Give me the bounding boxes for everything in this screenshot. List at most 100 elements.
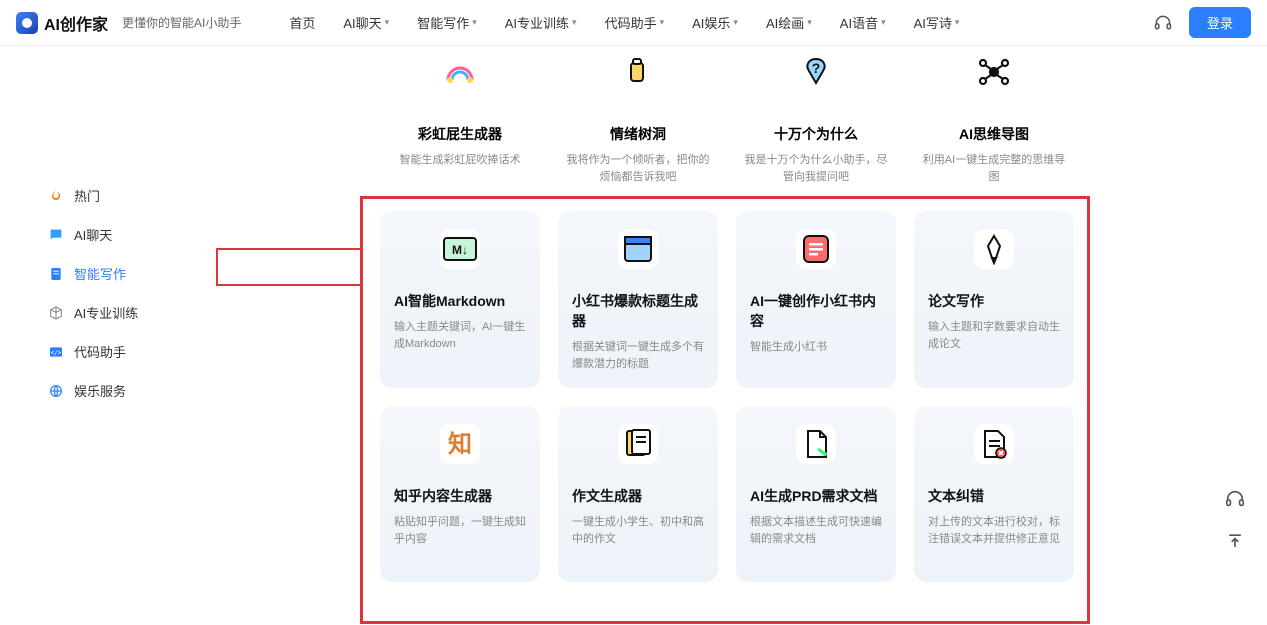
- chevron-down-icon: ▾: [807, 17, 812, 28]
- doc-icon: [48, 266, 64, 282]
- tool-card-why[interactable]: ? 十万个为什么 我是十万个为什么小助手，尽管向我提问吧: [736, 50, 896, 185]
- chevron-down-icon: ▾: [881, 17, 886, 28]
- nav-writing[interactable]: 智能写作▾: [417, 13, 477, 32]
- card-desc: 智能生成彩虹屁吹捧话术: [400, 152, 521, 169]
- sidebar-item-hot[interactable]: 热门: [0, 176, 220, 215]
- tool-card-mindmap[interactable]: AI思维导图 利用AI一键生成完整的思维导图: [914, 50, 1074, 185]
- prd-icon: [796, 424, 836, 464]
- card-desc: 输入主题和字数要求自动生成论文: [928, 319, 1060, 352]
- card-title: AI一键创作小红书内容: [750, 291, 882, 331]
- chevron-down-icon: ▾: [660, 17, 665, 28]
- card-title: 彩虹屁生成器: [418, 124, 502, 144]
- card-title: 文本纠错: [928, 486, 984, 506]
- card-desc: 根据关键词一键生成多个有爆款潜力的标题: [572, 339, 704, 372]
- tool-card-emotion[interactable]: 情绪树洞 我将作为一个倾听者，把你的烦恼都告诉我吧: [558, 50, 718, 185]
- sidebar-item-code[interactable]: </> 代码助手: [0, 332, 220, 371]
- nav-code[interactable]: 代码助手▾: [605, 13, 665, 32]
- card-title: 情绪树洞: [610, 124, 666, 144]
- back-to-top-button[interactable]: [1221, 527, 1249, 555]
- brand-subtitle: 更懂你的智能AI小助手: [122, 14, 241, 31]
- sidebar-label: 热门: [74, 186, 100, 205]
- tool-card-thesis[interactable]: 论文写作 输入主题和字数要求自动生成论文: [914, 211, 1074, 388]
- sidebar-item-chat[interactable]: AI聊天: [0, 215, 220, 254]
- sidebar-label: AI专业训练: [74, 303, 138, 322]
- card-title: AI生成PRD需求文档: [750, 486, 878, 506]
- card-title: 论文写作: [928, 291, 984, 311]
- card-desc: 粘贴知乎问题，一键生成知乎内容: [394, 514, 526, 547]
- float-actions: [1221, 485, 1249, 555]
- code-icon: </>: [48, 344, 64, 360]
- tool-card-xhs-content[interactable]: AI一键创作小红书内容 智能生成小红书: [736, 211, 896, 388]
- chevron-down-icon: ▾: [733, 17, 738, 28]
- nav-entertain[interactable]: AI娱乐▾: [692, 13, 738, 32]
- nav-draw[interactable]: AI绘画▾: [766, 13, 812, 32]
- card-title: 小红书爆款标题生成器: [572, 291, 704, 331]
- sidebar-item-writing[interactable]: 智能写作: [0, 254, 220, 293]
- card-desc: 输入主题关键词，AI一键生成Markdown: [394, 319, 526, 352]
- window-icon: [618, 229, 658, 269]
- card-desc: 对上传的文本进行校对，标注错误文本并提供修正意见: [928, 514, 1060, 547]
- nav-training[interactable]: AI专业训练▾: [505, 13, 577, 32]
- mindmap-icon: [972, 50, 1016, 94]
- brand-name: AI创作家: [44, 11, 108, 35]
- svg-text:M↓: M↓: [452, 243, 468, 257]
- card-desc: 我将作为一个倾听者，把你的烦恼都告诉我吧: [566, 152, 710, 185]
- svg-text:</>: </>: [51, 349, 62, 356]
- login-button[interactable]: 登录: [1189, 7, 1251, 38]
- card-title: AI智能Markdown: [394, 291, 505, 311]
- card-title: 知乎内容生成器: [394, 486, 492, 506]
- chat-icon: [48, 227, 64, 243]
- card-desc: 根据文本描述生成可快速编辑的需求文档: [750, 514, 882, 547]
- chevron-down-icon: ▾: [472, 17, 477, 28]
- tool-card-prd[interactable]: AI生成PRD需求文档 根据文本描述生成可快速编辑的需求文档: [736, 406, 896, 582]
- globe-icon: [48, 383, 64, 399]
- support-float-button[interactable]: [1221, 485, 1249, 513]
- nav-home[interactable]: 首页: [289, 13, 315, 32]
- main-content: 彩虹屁生成器 智能生成彩虹屁吹捧话术 情绪树洞 我将作为一个倾听者，把你的烦恼都…: [220, 46, 1267, 625]
- fire-icon: [48, 188, 64, 204]
- chevron-down-icon: ▾: [385, 17, 390, 28]
- tool-card-correct[interactable]: 文本纠错 对上传的文本进行校对，标注错误文本并提供修正意见: [914, 406, 1074, 582]
- cube-icon: [48, 305, 64, 321]
- markdown-icon: M↓: [440, 229, 480, 269]
- tool-card-rainbow[interactable]: 彩虹屁生成器 智能生成彩虹屁吹捧话术: [380, 50, 540, 185]
- logo-icon: [16, 12, 38, 34]
- card-title: 十万个为什么: [774, 124, 858, 144]
- sidebar-label: 娱乐服务: [74, 381, 126, 400]
- sidebar-item-entertain[interactable]: 娱乐服务: [0, 371, 220, 410]
- sidebar-label: 代码助手: [74, 342, 126, 361]
- tool-card-zhihu[interactable]: 知 知乎内容生成器 粘贴知乎问题，一键生成知乎内容: [380, 406, 540, 582]
- rainbow-icon: [438, 50, 482, 94]
- sidebar-item-training[interactable]: AI专业训练: [0, 293, 220, 332]
- sidebar-label: 智能写作: [74, 264, 126, 283]
- pen-icon: [974, 229, 1014, 269]
- chevron-down-icon: ▾: [572, 17, 577, 28]
- card-desc: 利用AI一键生成完整的思维导图: [922, 152, 1066, 185]
- tool-card-markdown[interactable]: M↓ AI智能Markdown 输入主题关键词，AI一键生成Markdown: [380, 211, 540, 388]
- card-desc: 智能生成小红书: [750, 339, 827, 356]
- logo[interactable]: AI创作家: [16, 11, 108, 35]
- card-title: 作文生成器: [572, 486, 642, 506]
- question-icon: ?: [794, 50, 838, 94]
- card-desc: 我是十万个为什么小助手，尽管向我提问吧: [744, 152, 888, 185]
- card-title: AI思维导图: [959, 124, 1029, 144]
- card-desc: 一键生成小学生、初中和高中的作文: [572, 514, 704, 547]
- support-icon[interactable]: [1153, 13, 1173, 33]
- note-icon: [796, 229, 836, 269]
- correct-icon: [974, 424, 1014, 464]
- nav-poem[interactable]: AI写诗▾: [914, 13, 960, 32]
- tool-card-essay[interactable]: 作文生成器 一键生成小学生、初中和高中的作文: [558, 406, 718, 582]
- nav-chat[interactable]: AI聊天▾: [343, 13, 389, 32]
- top-nav: 首页 AI聊天▾ 智能写作▾ AI专业训练▾ 代码助手▾ AI娱乐▾ AI绘画▾…: [289, 13, 1145, 32]
- chevron-down-icon: ▾: [955, 17, 960, 28]
- header: AI创作家 更懂你的智能AI小助手 首页 AI聊天▾ 智能写作▾ AI专业训练▾…: [0, 0, 1267, 46]
- svg-text:?: ?: [812, 60, 821, 76]
- sidebar: 热门 AI聊天 智能写作 AI专业训练 </> 代码助手 娱乐服务: [0, 46, 220, 625]
- cup-icon: [616, 50, 660, 94]
- zhihu-icon: 知: [440, 424, 480, 464]
- svg-text:知: 知: [448, 431, 472, 458]
- essay-icon: [618, 424, 658, 464]
- nav-voice[interactable]: AI语音▾: [840, 13, 886, 32]
- sidebar-label: AI聊天: [74, 225, 112, 244]
- tool-card-xhs-title[interactable]: 小红书爆款标题生成器 根据关键词一键生成多个有爆款潜力的标题: [558, 211, 718, 388]
